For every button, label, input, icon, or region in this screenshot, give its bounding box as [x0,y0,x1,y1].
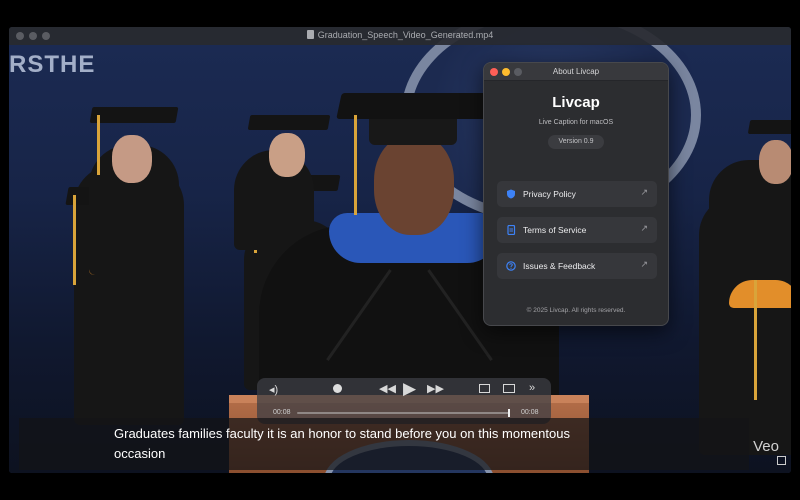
app-name: Livcap [552,94,600,111]
help-circle-icon [506,261,516,271]
playhead[interactable] [508,409,510,417]
banner-text: RSTHE [9,51,96,78]
video-frame[interactable]: RSTHE ◂) ◀◀ ▶ ▶▶ » 00:08 00:08 [9,27,791,473]
caption-text: Graduates families faculty it is an hono… [114,426,570,461]
external-link-icon: ↗ [640,187,648,197]
watermark: Veo [753,438,779,455]
issues-feedback-label: Issues & Feedback [523,261,596,271]
caption-overlay: Graduates families faculty it is an hono… [19,418,749,470]
volume-icon[interactable]: ◂) [269,385,278,396]
fast-forward-icon[interactable]: ▶▶ [427,384,444,395]
rewind-icon[interactable]: ◀◀ [379,384,396,395]
volume-knob[interactable] [333,384,342,393]
play-icon[interactable]: ▶ [403,380,416,397]
issues-feedback-link[interactable]: Issues & Feedback ↗ [497,253,657,279]
privacy-policy-label: Privacy Policy [523,189,576,199]
shield-icon [507,189,515,199]
fullscreen-icon[interactable] [777,456,786,465]
about-titlebar[interactable]: About Livcap [484,63,668,81]
privacy-policy-link[interactable]: Privacy Policy ↗ [497,181,657,207]
player-file-title: Graduation_Speech_Video_Generated.mp4 [9,30,791,40]
picture-in-picture-icon[interactable] [503,384,515,393]
document-icon [507,225,516,235]
progress-bar[interactable] [297,409,510,417]
video-player-window[interactable]: Graduation_Speech_Video_Generated.mp4 RS… [9,27,791,473]
terms-of-service-label: Terms of Service [523,225,587,235]
external-link-icon: ↗ [640,259,648,269]
file-name: Graduation_Speech_Video_Generated.mp4 [317,30,494,40]
terms-of-service-link[interactable]: Terms of Service ↗ [497,217,657,243]
time-elapsed: 00:08 [273,409,291,416]
version-badge: Version 0.9 [548,135,604,149]
external-link-icon: ↗ [640,223,648,233]
desktop: Graduation_Speech_Video_Generated.mp4 RS… [0,0,800,500]
app-tagline: Live Caption for macOS [538,119,614,126]
document-icon [306,30,314,39]
about-window-title: About Livcap [552,67,600,76]
copyright-text: © 2025 Livcap. All rights reserved. [526,307,626,314]
time-total: 00:08 [521,409,539,416]
about-livcap-window[interactable]: About Livcap Livcap Live Caption for mac… [483,62,669,326]
airplay-icon[interactable] [479,384,490,393]
share-icon[interactable]: » [529,383,535,394]
player-titlebar[interactable]: Graduation_Speech_Video_Generated.mp4 [9,27,791,45]
